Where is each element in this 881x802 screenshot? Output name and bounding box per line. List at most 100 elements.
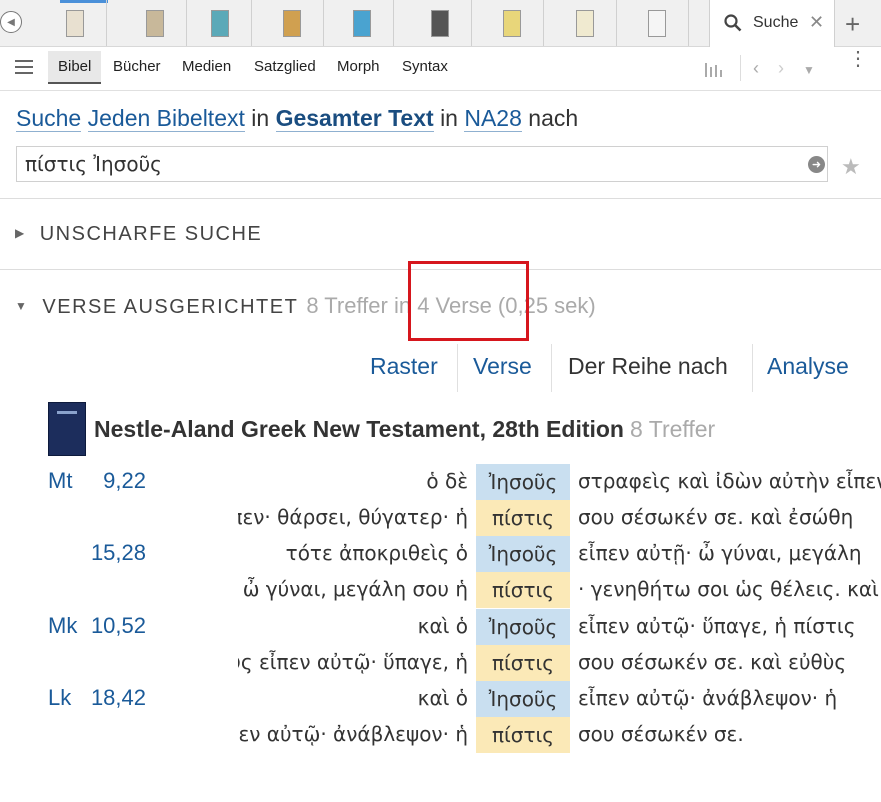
hit-word[interactable]: πίστις [476, 645, 570, 681]
resource-tab[interactable] [480, 0, 544, 46]
triangle-down-icon: ▼ [15, 299, 29, 313]
ref-verse[interactable]: 18,42 [60, 685, 146, 711]
resource-tab[interactable] [553, 0, 617, 46]
tab-bibel[interactable]: Bibel [48, 51, 102, 84]
context-left: εἶπεν αὐτῷ· ἀνάβλεψον· ἡ [238, 722, 468, 746]
divider [551, 344, 552, 392]
resource-tab[interactable] [330, 0, 394, 46]
star-icon[interactable]: ★ [841, 154, 861, 180]
hit-word[interactable]: πίστις [476, 717, 570, 753]
menu-icon[interactable] [15, 60, 33, 78]
context-left: εἶπεν· θάρσει, θύγατερ· ἡ [238, 505, 468, 529]
resource-tab[interactable] [625, 0, 689, 46]
book-cover-icon[interactable] [48, 402, 86, 456]
hit-count: 8 Treffer [629, 416, 716, 442]
tab-analyse[interactable]: Analyse [767, 353, 849, 380]
ref-verse[interactable]: 9,22 [60, 468, 146, 494]
ref-verse[interactable]: 10,52 [60, 613, 146, 639]
range-link[interactable]: Gesamter Text [275, 105, 434, 132]
view-tabs: Raster Verse Der Reihe nach Analyse [0, 344, 881, 392]
more-icon[interactable]: ⋮ [848, 49, 868, 69]
triangle-right-icon: ▶ [15, 226, 26, 240]
context-right: σου σέσωκέν σε. καὶ εὐθὺς [578, 650, 847, 674]
result-row: Mk 10,52 καὶ ὁ Ἰησοῦς εἶπεν αὐτῷ· ὕπαγε,… [0, 609, 881, 645]
resource-tab[interactable] [123, 0, 187, 46]
tab-satzglied[interactable]: Satzglied [254, 58, 316, 75]
chevron-down-icon[interactable]: ▼ [803, 63, 815, 77]
tab-verse[interactable]: Verse [473, 353, 532, 380]
context-right: · γενηθήτω σοι ὡς θέλεις. καὶ [578, 577, 879, 601]
context-right: εἶπεν αὐτῷ· ὕπαγε, ἡ πίστις [578, 614, 856, 638]
divider [740, 55, 741, 81]
book-cover-icon [282, 9, 301, 37]
search-field[interactable]: ➜ [16, 146, 828, 182]
resource-tab[interactable] [43, 0, 107, 46]
version-link[interactable]: NA28 [464, 105, 522, 132]
divider [0, 198, 881, 199]
context-right: στραφεὶς καὶ ἰδὼν αὐτὴν εἶπεν [578, 469, 881, 493]
book-cover-icon [352, 9, 371, 37]
hit-word[interactable]: πίστις [476, 572, 570, 608]
section-fuzzy-label: UNSCHARFE SUCHE [39, 223, 263, 245]
search-input[interactable] [23, 151, 797, 177]
result-row: Lk 18,42 καὶ ὁ Ἰησοῦς εἶπεν αὐτῷ· ἀνάβλε… [0, 681, 881, 717]
section-fuzzy[interactable]: ▶ UNSCHARFE SUCHE [15, 223, 262, 246]
context-left: τότε ἀποκριθεὶς ὁ [285, 541, 468, 565]
result-row: 15,28 τότε ἀποκριθεὶς ὁ Ἰησοῦς εἶπεν αὐτ… [0, 536, 881, 572]
highlight-box [408, 261, 529, 341]
close-icon[interactable]: ✕ [809, 12, 824, 33]
tab-syntax[interactable]: Syntax [402, 58, 448, 75]
scope-link[interactable]: Jeden Bibeltext [87, 105, 245, 132]
chevron-left-icon[interactable]: ‹ [753, 58, 759, 79]
resource-tab[interactable] [188, 0, 252, 46]
context-left: αὐτῇ· ὦ γύναι, μεγάλη σου ἡ [238, 577, 468, 601]
section-aligned-label: VERSE AUSGERICHTET [42, 296, 299, 318]
hit-word[interactable]: Ἰησοῦς [476, 536, 570, 572]
query-word: in [251, 105, 270, 131]
context-left: ὁ δὲ [426, 469, 468, 493]
toolbar: Bibel Bücher Medien Satzglied Morph Synt… [0, 47, 881, 91]
hit-word[interactable]: Ἰησοῦς [476, 681, 570, 717]
document-icon [647, 9, 666, 37]
divider [752, 344, 753, 392]
resource-tab[interactable] [260, 0, 324, 46]
chart-icon[interactable] [704, 61, 724, 77]
tab-buecher[interactable]: Bücher [113, 58, 161, 75]
add-tab-icon[interactable]: + [845, 9, 860, 40]
book-cover-icon [145, 9, 164, 37]
query-sentence: Suche Jeden Bibeltext in Gesamter Text i… [16, 105, 578, 132]
tab-medien[interactable]: Medien [182, 58, 231, 75]
context-right: σου σέσωκέν σε. καὶ ἐσώθη [578, 505, 854, 529]
tab-search-label: Suche [753, 14, 799, 31]
hit-word[interactable]: Ἰησοῦς [476, 464, 570, 500]
result-row: Mt 9,22 ὁ δὲ Ἰησοῦς στραφεὶς καὶ ἰδὼν αὐ… [0, 464, 881, 500]
hit-word[interactable]: Ἰησοῦς [476, 609, 570, 645]
resource-tab[interactable] [408, 0, 472, 46]
hit-word[interactable]: πίστις [476, 500, 570, 536]
context-left: Ἰησοῦς εἶπεν αὐτῷ· ὕπαγε, ἡ [238, 650, 468, 674]
book-cover-icon [210, 9, 229, 37]
book-cover-icon [502, 9, 521, 37]
go-arrow-icon[interactable]: ➜ [808, 156, 825, 173]
context-right: σου σέσωκέν σε. [578, 722, 744, 746]
query-word: in [440, 105, 458, 131]
back-icon[interactable]: ◀ [0, 11, 22, 33]
search-type-link[interactable]: Suche [16, 105, 82, 132]
result-row: εἶπεν αὐτῷ· ἀνάβλεψον· ἡ πίστις σου σέσω… [0, 717, 881, 753]
tab-raster[interactable]: Raster [370, 353, 438, 380]
tab-der-reihe-nach[interactable]: Der Reihe nach [568, 353, 728, 380]
book-title[interactable]: Nestle-Aland Greek New Testament, 28th E… [94, 416, 624, 442]
result-row: Ἰησοῦς εἶπεν αὐτῷ· ὕπαγε, ἡ πίστις σου σ… [0, 645, 881, 681]
chevron-right-icon[interactable]: › [778, 58, 784, 79]
tab-morph[interactable]: Morph [337, 58, 380, 75]
tab-bar: ◀ Suche ✕ + [0, 0, 881, 47]
tab-search[interactable]: Suche ✕ [709, 0, 835, 47]
ref-verse[interactable]: 15,28 [60, 540, 146, 566]
result-book-title[interactable]: Nestle-Aland Greek New Testament, 28th E… [94, 416, 715, 443]
divider [457, 344, 458, 392]
query-word: nach [528, 105, 579, 131]
context-right: εἶπεν αὐτῷ· ἀνάβλεψον· ἡ [578, 686, 838, 710]
context-left: καὶ ὁ [417, 614, 468, 638]
book-cover-icon [575, 9, 594, 37]
result-row: εἶπεν· θάρσει, θύγατερ· ἡ πίστις σου σέσ… [0, 500, 881, 536]
